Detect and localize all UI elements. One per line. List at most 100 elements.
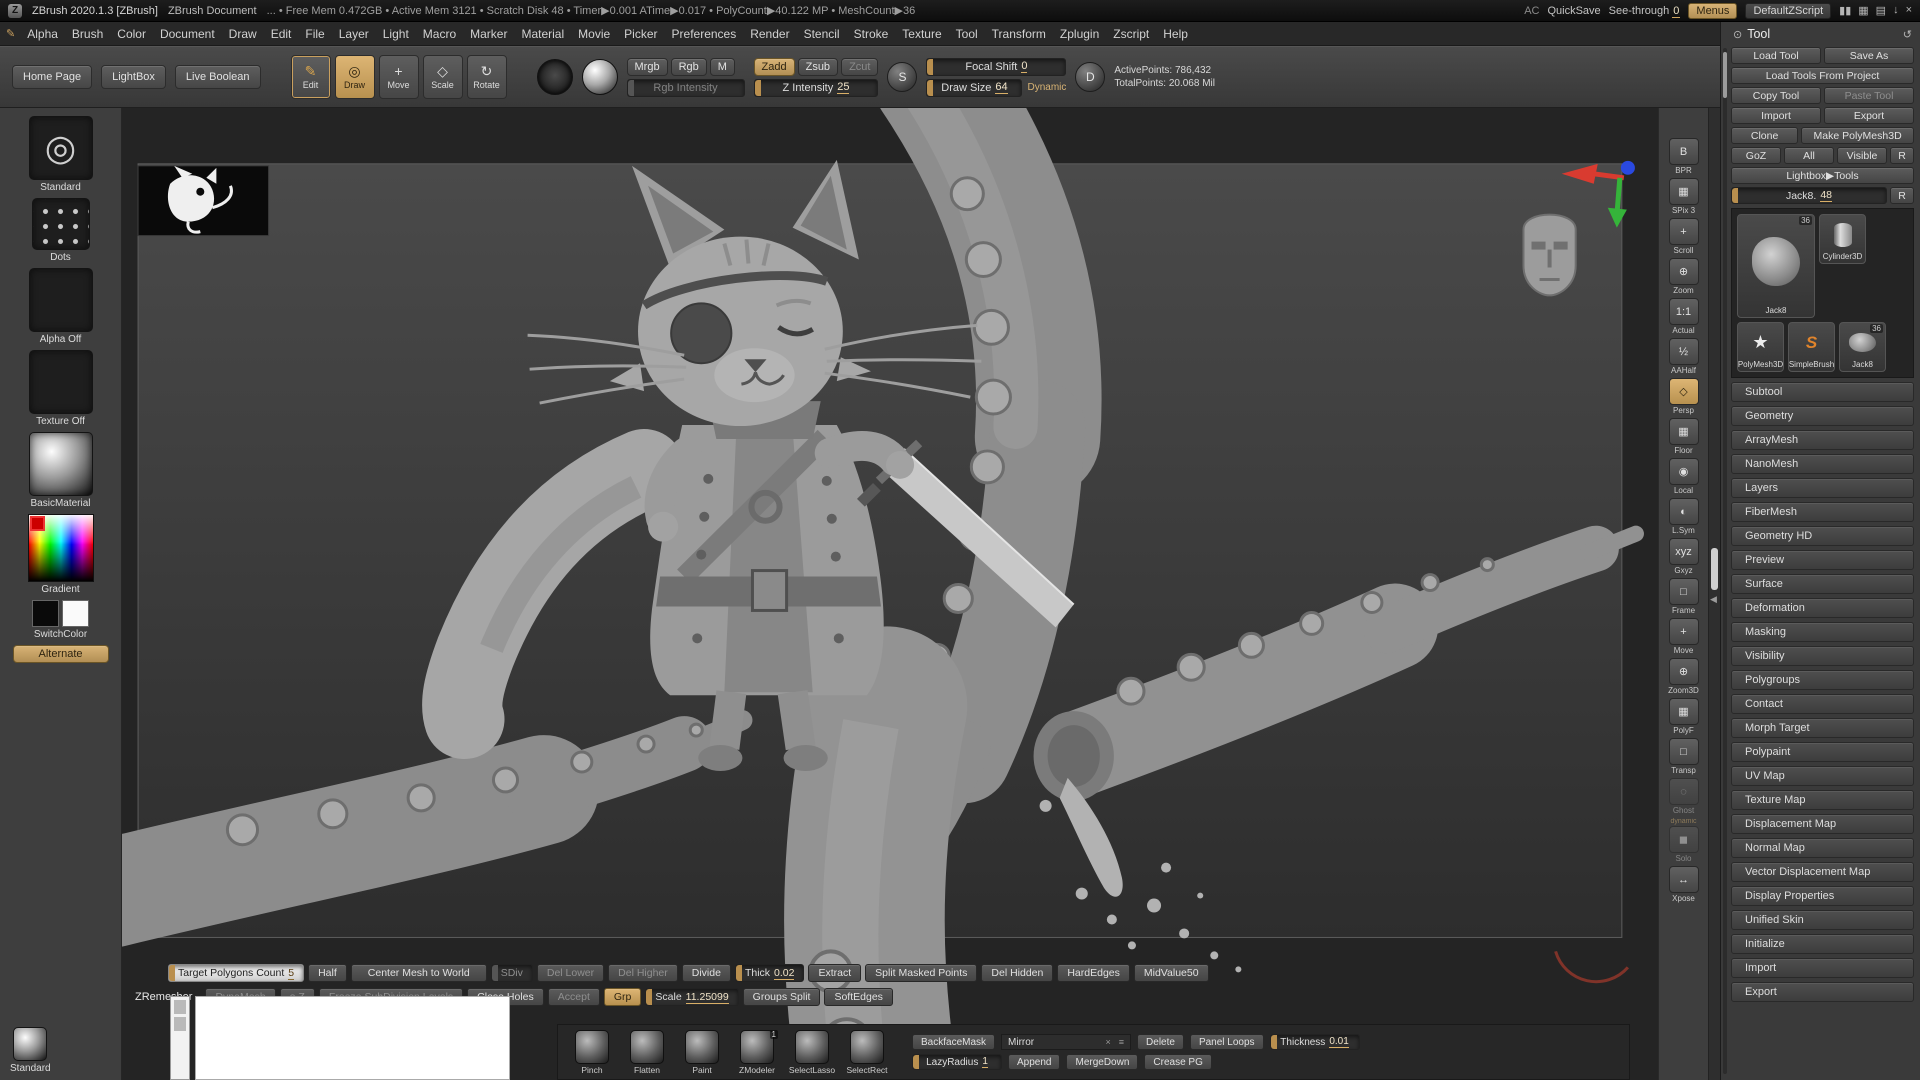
move-mode-button[interactable]: + Move bbox=[379, 55, 419, 99]
tool-thumb[interactable]: 36 Jack8 bbox=[1839, 322, 1886, 372]
menu-item[interactable]: Edit bbox=[264, 25, 299, 43]
tool-section[interactable]: Layers bbox=[1731, 478, 1914, 498]
current-texture-item[interactable]: Texture Off bbox=[29, 350, 93, 427]
bottom-control[interactable]: Grp bbox=[604, 988, 642, 1006]
current-alpha-item[interactable]: Alpha Off bbox=[29, 268, 93, 345]
load-tool-button[interactable]: Load Tool bbox=[1731, 47, 1821, 64]
strip-button[interactable]: ◐ L.Sym bbox=[1661, 498, 1707, 535]
menu-item[interactable]: Movie bbox=[571, 25, 617, 43]
menu-item[interactable]: Marker bbox=[463, 25, 514, 43]
cycle-icon[interactable]: ↺ bbox=[1903, 28, 1912, 41]
tool-thumb[interactable]: Cylinder3D bbox=[1819, 214, 1866, 264]
tool-section[interactable]: Vector Displacement Map bbox=[1731, 862, 1914, 882]
tool-section[interactable]: Geometry bbox=[1731, 406, 1914, 426]
tool-thumb[interactable]: 36 Jack8 bbox=[1737, 214, 1815, 318]
goz-button[interactable]: GoZ bbox=[1731, 147, 1781, 164]
tool-section[interactable]: NanoMesh bbox=[1731, 454, 1914, 474]
switch-color-item[interactable]: SwitchColor bbox=[32, 600, 89, 640]
menu-item[interactable]: Draw bbox=[222, 25, 264, 43]
default-zscript-button[interactable]: DefaultZScript bbox=[1745, 3, 1831, 19]
tool-section[interactable]: Export bbox=[1731, 982, 1914, 1002]
tool-section[interactable]: Preview bbox=[1731, 550, 1914, 570]
collapse-arrow-icon[interactable]: ◀ bbox=[1710, 594, 1717, 605]
menu-item[interactable]: Color bbox=[110, 25, 153, 43]
menu-item[interactable]: Document bbox=[153, 25, 222, 43]
tool-section[interactable]: Initialize bbox=[1731, 934, 1914, 954]
tool-section[interactable]: Contact bbox=[1731, 694, 1914, 714]
tool-thumb[interactable]: SimpleBrush bbox=[1788, 322, 1835, 372]
strip-button[interactable]: B BPR bbox=[1661, 138, 1707, 175]
strip-button[interactable]: ◉ Local bbox=[1661, 458, 1707, 495]
tool-section[interactable]: FiberMesh bbox=[1731, 502, 1914, 522]
strip-button[interactable]: ⊕ Zoom bbox=[1661, 258, 1707, 295]
bottom-control[interactable]: Scale11.25099 bbox=[645, 988, 738, 1006]
menu-item[interactable]: Material bbox=[514, 25, 571, 43]
strip-button[interactable]: ◇ Persp bbox=[1661, 378, 1707, 415]
menu-item[interactable]: Light bbox=[376, 25, 416, 43]
tool-section[interactable]: Polygroups bbox=[1731, 670, 1914, 690]
strip-button[interactable]: ▦ SPix 3 bbox=[1661, 178, 1707, 215]
brush-thumb[interactable]: SelectLasso bbox=[788, 1030, 836, 1075]
mirror-clear-icon[interactable]: × bbox=[1106, 1037, 1111, 1047]
material-preview-icon[interactable] bbox=[582, 59, 618, 95]
save-as-button[interactable]: Save As bbox=[1824, 47, 1914, 64]
close-icon[interactable]: × bbox=[1906, 4, 1912, 17]
bottom-control[interactable]: Accept bbox=[548, 988, 600, 1006]
menu-item[interactable]: Help bbox=[1156, 25, 1195, 43]
menu-item[interactable]: Texture bbox=[895, 25, 948, 43]
alternate-button[interactable]: Alternate bbox=[13, 645, 109, 663]
tool-section[interactable]: Unified Skin bbox=[1731, 910, 1914, 930]
clone-button[interactable]: Clone bbox=[1731, 127, 1798, 144]
zadd-button[interactable]: Zadd bbox=[754, 58, 795, 76]
rgb-button[interactable]: Rgb bbox=[671, 58, 707, 76]
goz-all-button[interactable]: All bbox=[1784, 147, 1834, 164]
zcut-button[interactable]: Zcut bbox=[841, 58, 878, 76]
tool-section[interactable]: Display Properties bbox=[1731, 886, 1914, 906]
mirror-menu-icon[interactable]: ≡ bbox=[1119, 1037, 1124, 1047]
strip-button[interactable]: + Scroll bbox=[1661, 218, 1707, 255]
bottom-control[interactable]: Del Higher bbox=[608, 964, 678, 982]
menu-item[interactable]: Layer bbox=[332, 25, 376, 43]
bottom-control[interactable]: SDiv bbox=[491, 964, 533, 982]
secondary-color-swatch[interactable] bbox=[62, 600, 89, 627]
layout-icon[interactable]: ▤ bbox=[1876, 4, 1886, 17]
m-button[interactable]: M bbox=[710, 58, 735, 76]
tool-section[interactable]: Polypaint bbox=[1731, 742, 1914, 762]
lightbox-button[interactable]: LightBox bbox=[101, 65, 166, 89]
main-color-swatch[interactable] bbox=[32, 600, 59, 627]
strip-button[interactable]: 1:1 Actual bbox=[1661, 298, 1707, 335]
merge-down-button[interactable]: MergeDown bbox=[1066, 1054, 1138, 1070]
menu-item[interactable]: File bbox=[298, 25, 331, 43]
pause-icon[interactable]: ▮▮ bbox=[1839, 4, 1851, 17]
tool-thumb[interactable]: PolyMesh3D bbox=[1737, 322, 1784, 372]
brush-preview-icon[interactable] bbox=[537, 59, 573, 95]
current-brush-item[interactable]: ◎ Standard bbox=[29, 116, 93, 193]
home-page-button[interactable]: Home Page bbox=[12, 65, 92, 89]
panel-loops-button[interactable]: Panel Loops bbox=[1190, 1034, 1264, 1050]
strip-button[interactable]: ½ AAHalf bbox=[1661, 338, 1707, 375]
draw-mode-button[interactable]: ◎ Draw bbox=[335, 55, 375, 99]
color-gradient-picker[interactable] bbox=[28, 514, 94, 582]
menu-item[interactable]: Zplugin bbox=[1053, 25, 1106, 43]
brush-thumb[interactable]: SelectRect bbox=[843, 1030, 891, 1075]
zsub-button[interactable]: Zsub bbox=[798, 58, 838, 76]
divider-scroll-handle[interactable] bbox=[1711, 548, 1718, 590]
strip-button[interactable]: + Move bbox=[1661, 618, 1707, 655]
live-boolean-button[interactable]: Live Boolean bbox=[175, 65, 261, 89]
make-polymesh3d-button[interactable]: Make PolyMesh3D bbox=[1801, 127, 1914, 144]
strip-button[interactable]: ⊕ Zoom3D bbox=[1661, 658, 1707, 695]
tray-divider[interactable]: ◀ bbox=[1708, 108, 1720, 1080]
menu-item[interactable]: Brush bbox=[65, 25, 110, 43]
bottom-control[interactable]: Target Polygons Count5 bbox=[168, 964, 304, 982]
rgb-intensity-slider[interactable]: Rgb Intensity bbox=[627, 79, 745, 97]
brush-thumb[interactable]: 1 ZModeler bbox=[733, 1030, 781, 1075]
menus-button[interactable]: Menus bbox=[1688, 3, 1737, 19]
camview-head-icon[interactable] bbox=[1523, 215, 1575, 296]
tool-section[interactable]: UV Map bbox=[1731, 766, 1914, 786]
menu-item[interactable]: Alpha bbox=[20, 25, 65, 43]
backface-mask-button[interactable]: BackfaceMask bbox=[912, 1034, 995, 1050]
import-button[interactable]: Import bbox=[1731, 107, 1821, 124]
brush-popup-standard[interactable]: Standard bbox=[10, 1027, 51, 1074]
bottom-control[interactable]: Center Mesh to World bbox=[351, 964, 487, 982]
strip-button[interactable]: □ Frame bbox=[1661, 578, 1707, 615]
